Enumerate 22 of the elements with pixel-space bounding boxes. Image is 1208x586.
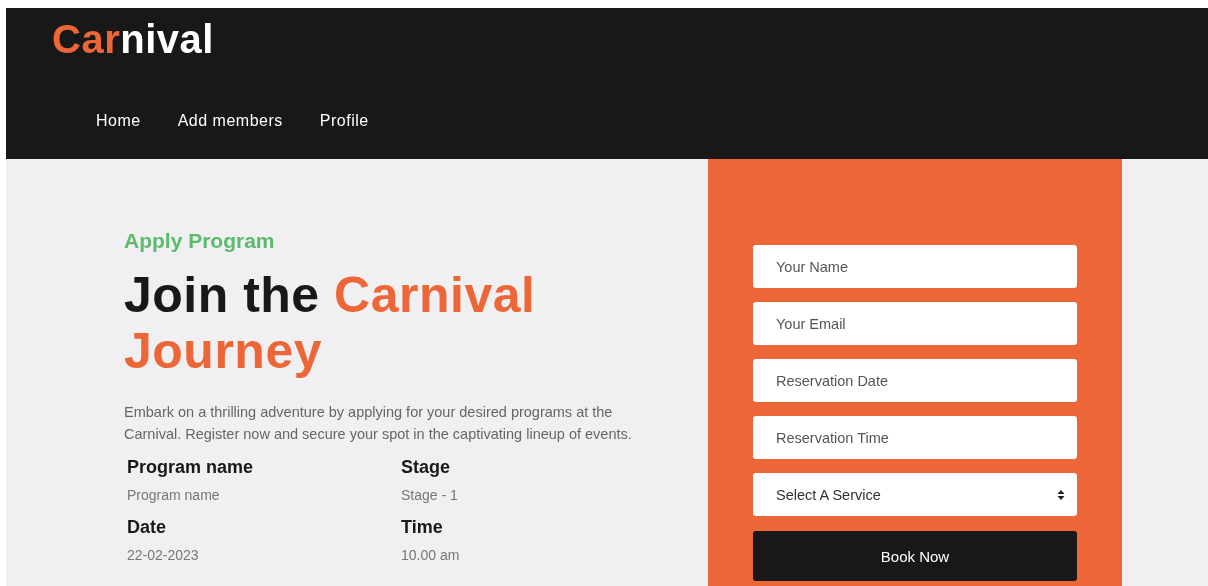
detail-label: Program name [127, 457, 255, 478]
book-now-button[interactable]: Book Now [753, 531, 1077, 581]
detail-label: Stage [401, 457, 452, 478]
nav-link[interactable]: Profile [319, 112, 369, 130]
input-field[interactable]: Your Email [753, 302, 1077, 345]
logo[interactable]: Carnival [52, 18, 214, 60]
service-select[interactable]: Select A Service [753, 473, 1077, 516]
nav-link[interactable]: Add members [177, 112, 283, 130]
page-heading: Join the Carnival Journey [124, 267, 537, 379]
input-field[interactable]: Reservation Date [753, 359, 1077, 402]
description-text: Embark on a thrilling adventure by applying for your desired programs at the Carnival. Register now and secure your spot in the captivating lineup of events. [124, 403, 633, 444]
detail-value: 22-02-2023 [127, 547, 200, 563]
detail-label: Time [401, 517, 444, 538]
input-field[interactable]: Your Name [753, 245, 1077, 288]
detail-label: Date [127, 517, 167, 538]
sort-arrows-icon [1057, 488, 1065, 501]
section-eyebrow: Apply Program [124, 229, 276, 253]
nav-link[interactable]: Home [96, 112, 141, 130]
detail-value: Program name [127, 487, 221, 503]
detail-value: 10.00 am [401, 547, 461, 563]
detail-value: Stage - 1 [401, 487, 459, 503]
input-field[interactable]: Reservation Time [753, 416, 1077, 459]
